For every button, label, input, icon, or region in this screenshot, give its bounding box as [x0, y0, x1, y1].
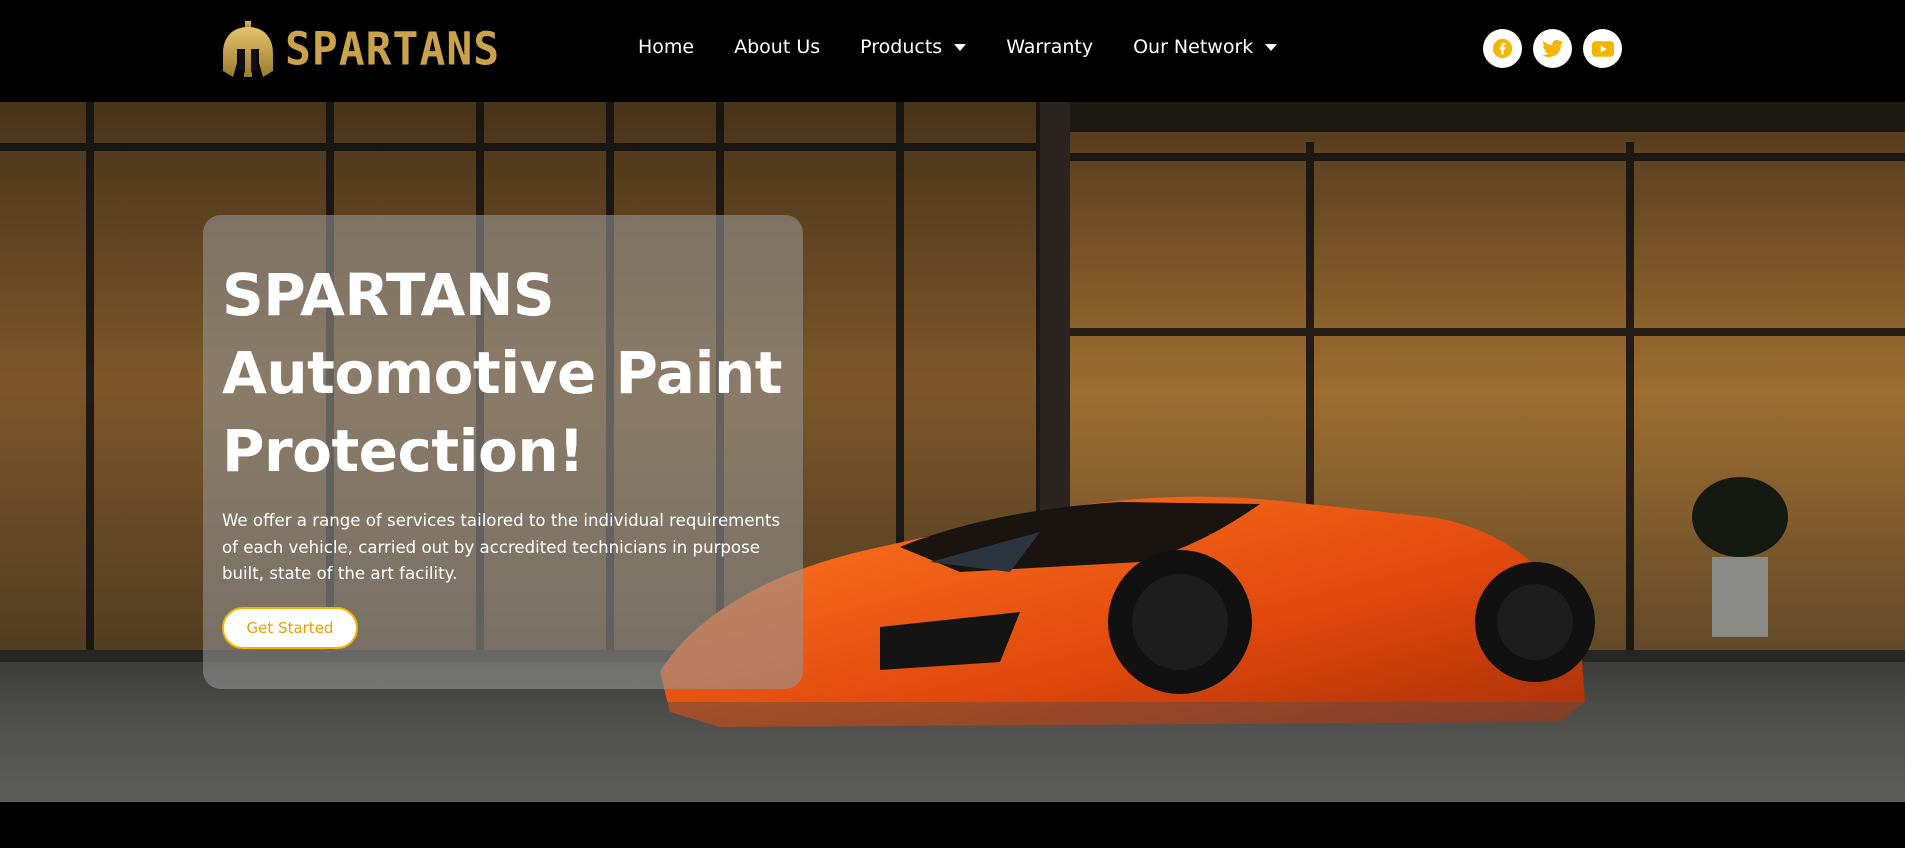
facebook-icon	[1492, 38, 1513, 59]
nav-products[interactable]: Products	[860, 36, 967, 58]
get-started-label: Get Started	[246, 619, 334, 637]
brand-name: SPARTANS	[285, 23, 501, 76]
hero-title-line-3: Protection!	[222, 417, 585, 485]
nav-about-us[interactable]: About Us	[734, 36, 820, 58]
youtube-icon	[1591, 40, 1614, 57]
nav-home[interactable]: Home	[638, 36, 694, 58]
nav-products-label: Products	[860, 36, 943, 58]
facebook-link[interactable]	[1483, 29, 1522, 68]
nav-about-us-label: About Us	[734, 36, 821, 58]
brand-logo[interactable]: SPARTANS	[219, 17, 500, 82]
hero-title-line-1: SPARTANS	[222, 261, 555, 329]
nav-warranty[interactable]: Warranty	[1006, 36, 1093, 58]
main-nav: Home About Us Products Warranty Our Netw…	[638, 36, 1317, 58]
social-links	[1483, 29, 1633, 68]
twitter-link[interactable]	[1533, 29, 1572, 68]
hero-description: We offer a range of services tailored to…	[222, 511, 781, 583]
caret-down-icon	[954, 43, 967, 51]
nav-our-network[interactable]: Our Network	[1133, 36, 1278, 58]
nav-warranty-label: Warranty	[1006, 36, 1094, 58]
nav-home-label: Home	[638, 36, 695, 58]
site-header: SPARTANS Home About Us Products Warranty…	[0, 0, 1905, 102]
spartan-helmet-icon	[223, 20, 273, 77]
nav-our-network-label: Our Network	[1133, 36, 1254, 58]
hero-title: SPARTANS Automotive Paint Protection!	[222, 256, 802, 490]
twitter-icon	[1541, 39, 1563, 57]
youtube-link[interactable]	[1583, 29, 1622, 68]
bottom-bar	[0, 802, 1905, 848]
get-started-button[interactable]: Get Started	[222, 607, 358, 649]
caret-down-icon	[1265, 43, 1278, 51]
hero-title-line-2: Automotive Paint	[222, 339, 782, 407]
